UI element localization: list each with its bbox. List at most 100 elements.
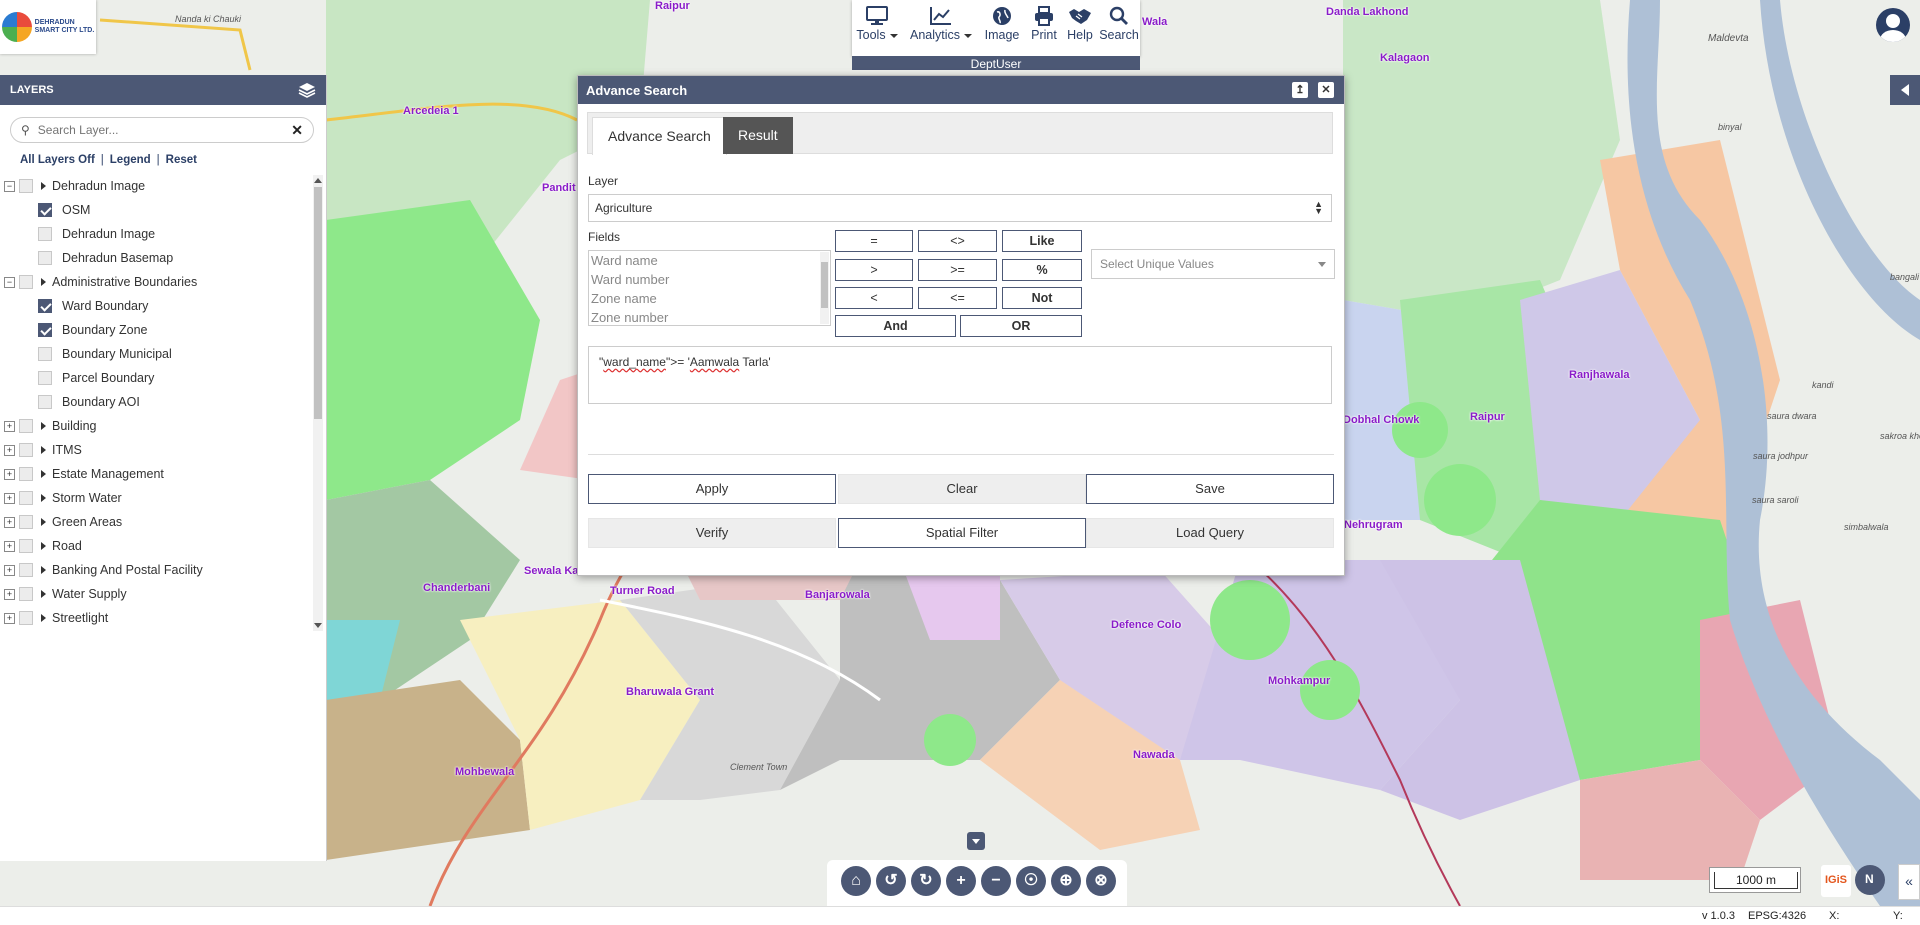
layer-checkbox[interactable] [38, 203, 52, 217]
tab-result[interactable]: Result [723, 117, 793, 154]
layer-item-parcel-boundary[interactable]: Parcel Boundary [0, 367, 154, 389]
expand-icon[interactable]: + [4, 420, 15, 432]
search-button[interactable]: Search [1098, 4, 1140, 42]
operator-like-button[interactable]: Like [1002, 230, 1082, 252]
layer-item-boundary-municipal[interactable]: Boundary Municipal [0, 343, 172, 365]
layer-checkbox[interactable] [19, 611, 33, 625]
expand-icon[interactable]: + [4, 612, 15, 624]
layer-checkbox[interactable] [19, 443, 33, 457]
scroll-up-icon[interactable] [314, 178, 322, 183]
layer-checkbox[interactable] [38, 371, 52, 385]
load-query-button[interactable]: Load Query [1086, 518, 1334, 548]
layer-checkbox[interactable] [19, 539, 33, 553]
expand-arrow-icon[interactable] [41, 470, 46, 478]
expand-arrow-icon[interactable] [41, 446, 46, 454]
image-button[interactable]: Image [981, 4, 1023, 42]
pin-icon[interactable]: ↥ [1292, 82, 1308, 98]
expand-icon[interactable]: + [4, 588, 15, 600]
layer-checkbox[interactable] [19, 275, 33, 289]
operator-less-equal-button[interactable]: <= [918, 287, 997, 309]
dialog-titlebar[interactable]: Advance Search ↥ ✕ [578, 76, 1344, 104]
field-option[interactable]: Ward number [589, 270, 830, 289]
operator-and-button[interactable]: And [835, 315, 956, 337]
tools-menu[interactable]: Tools [854, 4, 900, 42]
scroll-thumb[interactable] [314, 187, 322, 419]
undo-icon[interactable]: ↺ [876, 866, 906, 896]
expand-arrow-icon[interactable] [41, 518, 46, 526]
expand-icon[interactable]: + [4, 444, 15, 456]
print-button[interactable]: Print [1027, 4, 1061, 42]
layer-group-dehradun-image[interactable]: − Dehradun Image [0, 175, 145, 197]
layer-item-dehradun-image[interactable]: Dehradun Image [0, 223, 155, 245]
layer-select[interactable]: Agriculture ▲ ▼ [588, 194, 1332, 222]
layer-checkbox[interactable] [19, 491, 33, 505]
field-option[interactable]: Zone name [589, 289, 830, 308]
layer-checkbox[interactable] [38, 323, 52, 337]
layer-group-streetlight[interactable]: + Streetlight [0, 607, 108, 629]
help-button[interactable]: Help [1063, 4, 1097, 42]
layer-checkbox[interactable] [38, 395, 52, 409]
layer-checkbox[interactable] [19, 587, 33, 601]
operator-not-button[interactable]: Not [1002, 287, 1082, 309]
layer-group-water-supply[interactable]: + Water Supply [0, 583, 127, 605]
close-icon[interactable]: ✕ [1318, 82, 1334, 98]
clear-button[interactable]: Clear [838, 474, 1086, 504]
all-layers-off-link[interactable]: All Layers Off [20, 154, 95, 166]
expand-arrow-icon[interactable] [41, 278, 46, 286]
layer-item-dehradun-basemap[interactable]: Dehradun Basemap [0, 247, 173, 269]
layer-item-boundary-aoi[interactable]: Boundary AOI [0, 391, 140, 413]
legend-link[interactable]: Legend [110, 154, 151, 166]
user-avatar-icon[interactable] [1876, 8, 1910, 42]
operator-equals-button[interactable]: = [835, 230, 913, 252]
layer-checkbox[interactable] [19, 515, 33, 529]
layer-checkbox[interactable] [19, 467, 33, 481]
collapse-icon[interactable]: − [4, 180, 15, 192]
layer-checkbox[interactable] [38, 227, 52, 241]
locate-icon[interactable]: ⊕ [1051, 866, 1081, 896]
operator-greater-button[interactable]: > [835, 259, 913, 281]
layer-group-banking-postal[interactable]: + Banking And Postal Facility [0, 559, 203, 581]
unique-values-select[interactable]: Select Unique Values [1091, 249, 1335, 279]
tab-advance-search[interactable]: Advance Search [592, 117, 727, 155]
layer-group-estate-management[interactable]: + Estate Management [0, 463, 164, 485]
compass-icon[interactable] [1855, 865, 1885, 895]
spatial-filter-button[interactable]: Spatial Filter [838, 518, 1086, 548]
layer-checkbox[interactable] [19, 179, 33, 193]
layer-group-administrative-boundaries[interactable]: − Administrative Boundaries [0, 271, 197, 293]
redo-icon[interactable]: ↻ [911, 866, 941, 896]
clear-map-icon[interactable]: ⊗ [1086, 866, 1116, 896]
reset-link[interactable]: Reset [166, 154, 197, 166]
layer-checkbox[interactable] [19, 563, 33, 577]
layer-checkbox[interactable] [38, 299, 52, 313]
verify-button[interactable]: Verify [588, 518, 836, 548]
expand-arrow-icon[interactable] [41, 182, 46, 190]
expand-arrow-icon[interactable] [41, 566, 46, 574]
field-option[interactable]: Zone number [589, 308, 830, 325]
expand-icon[interactable]: + [4, 564, 15, 576]
layer-group-storm-water[interactable]: + Storm Water [0, 487, 122, 509]
layer-checkbox[interactable] [19, 419, 33, 433]
operator-not-equal-button[interactable]: <> [918, 230, 997, 252]
layer-item-ward-boundary[interactable]: Ward Boundary [0, 295, 148, 317]
expand-arrow-icon[interactable] [41, 614, 46, 622]
expand-icon[interactable]: + [4, 492, 15, 504]
layers-stack-icon[interactable] [298, 81, 316, 99]
expand-icon[interactable]: + [4, 468, 15, 480]
scroll-down-icon[interactable] [314, 623, 322, 628]
zoom-out-icon[interactable]: − [981, 866, 1011, 896]
right-panel-toggle-icon[interactable] [1890, 75, 1920, 105]
double-chevron-left-icon[interactable]: « [1898, 864, 1920, 900]
operator-or-button[interactable]: OR [960, 315, 1082, 337]
operator-greater-equal-button[interactable]: >= [918, 259, 997, 281]
expand-arrow-icon[interactable] [41, 542, 46, 550]
fields-list[interactable]: Ward name Ward number Zone name Zone num… [588, 250, 831, 326]
apply-button[interactable]: Apply [588, 474, 836, 504]
layer-group-building[interactable]: + Building [0, 415, 96, 437]
hide-icon[interactable]: ☉ [1016, 866, 1046, 896]
layer-item-osm[interactable]: OSM [0, 199, 90, 221]
operator-percent-button[interactable]: % [1002, 259, 1082, 281]
home-icon[interactable]: ⌂ [841, 866, 871, 896]
layer-tree-scrollbar[interactable] [313, 175, 323, 631]
fields-scrollbar[interactable] [820, 252, 829, 324]
layer-checkbox[interactable] [38, 251, 52, 265]
